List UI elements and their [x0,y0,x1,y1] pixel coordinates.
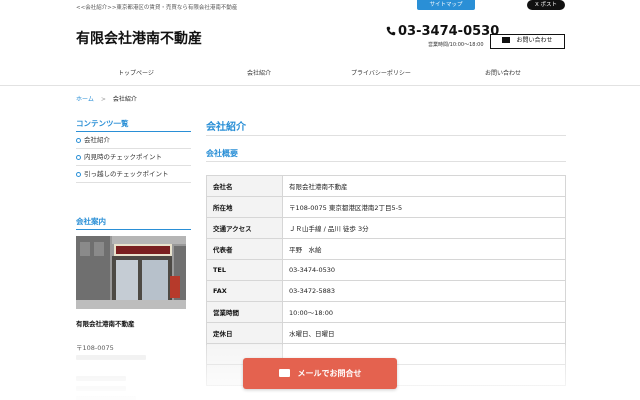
bullet-icon [76,155,81,160]
row-label: 定休日 [206,322,283,344]
site-tagline: <<会社紹介>>東京都港区の賃貸・売買なら有限会社港南不動産 [76,5,238,11]
page-title: 会社紹介 [206,118,566,136]
contents-heading: コンテンツ一覧 [76,118,191,132]
sidebar-item-label: 内見時のチェックポイント [84,153,162,161]
row-label: 営業時間 [206,301,283,323]
sidebar-item-company[interactable]: 会社紹介 [76,132,191,149]
contents-list: 会社紹介 内見時のチェックポイント 引っ越しのチェックポイント [76,132,191,183]
bullet-icon [76,172,81,177]
sidebar-item-viewing-checkpoints[interactable]: 内見時のチェックポイント [76,149,191,166]
shop-name: 有限会社港南不動産 [76,320,135,328]
contact-button-label: お問い合わせ [516,37,553,44]
nav-item-company[interactable]: 会社紹介 [219,68,299,77]
nav-item-top[interactable]: トップページ [96,68,176,77]
contact-button[interactable]: お問い合わせ [490,34,565,49]
nav-item-privacy[interactable]: プライバシーポリシー [341,68,421,77]
breadcrumb-separator: > [100,96,106,103]
table-row: 交通アクセス ＪＲ山手線 / 品川 徒歩 3分 [206,217,566,239]
row-label: FAX [206,280,283,302]
phone-icon [386,26,396,36]
row-value: 03-3474-0530 [282,259,566,281]
bullet-icon [76,138,81,143]
mail-inquiry-label: メールでお問合せ [297,369,362,378]
sidebar-item-label: 会社紹介 [84,136,110,144]
row-label: TEL [206,259,283,281]
mail-icon [502,36,511,43]
section-title: 会社概要 [206,148,566,162]
mail-inquiry-button[interactable]: メールでお問合せ [243,358,397,389]
row-value: 平野 水絵 [282,238,566,260]
breadcrumb-home[interactable]: ホーム [76,96,94,103]
row-label: 所在地 [206,196,283,218]
table-row: 営業時間 10:00〜18:00 [206,301,566,323]
x-post-button[interactable]: X ポスト [527,0,565,10]
table-row: 代表者 平野 水絵 [206,238,566,260]
breadcrumb-current: 会社紹介 [112,96,137,103]
storefront-illustration [76,236,186,309]
table-row: 会社名 有限会社港南不動産 [206,175,566,197]
table-row: TEL 03-3474-0530 [206,259,566,281]
site-logo-title[interactable]: 有限会社港南不動産 [76,28,202,48]
row-value: 03-3472-5883 [282,280,566,302]
shop-photo [76,236,186,309]
row-label: 代表者 [206,238,283,260]
row-value: 〒108-0075 東京都港区港南2丁目5-5 [282,196,566,218]
site-header: 有限会社港南不動産 03-3474-0530 営業時間/10:00〜18:00 … [0,14,640,58]
company-info-heading: 会社案内 [76,216,191,230]
global-nav: トップページ 会社紹介 プライバシーポリシー お問い合わせ [0,58,640,86]
row-value: 水曜日、日曜日 [282,322,566,344]
sidebar-item-moving-checkpoints[interactable]: 引っ越しのチェックポイント [76,166,191,183]
phone-number[interactable]: 03-3474-0530 [398,24,499,39]
table-row: FAX 03-3472-5883 [206,280,566,302]
sidebar-item-label: 引っ越しのチェックポイント [84,170,169,178]
row-label: 会社名 [206,175,283,197]
top-bar: <<会社紹介>>東京都港区の賃貸・売買なら有限会社港南不動産 サイトマップ X … [0,0,640,14]
row-value: 有限会社港南不動産 [282,175,566,197]
mail-icon [278,368,290,377]
table-row: 所在地 〒108-0075 東京都港区港南2丁目5-5 [206,196,566,218]
table-row: 定休日 水曜日、日曜日 [206,322,566,344]
sitemap-button[interactable]: サイトマップ [417,0,475,10]
business-hours: 営業時間/10:00〜18:00 [428,42,484,48]
row-value: ＪＲ山手線 / 品川 徒歩 3分 [282,217,566,239]
row-label: 交通アクセス [206,217,283,239]
breadcrumb: ホーム > 会社紹介 [76,94,137,103]
nav-item-contact[interactable]: お問い合わせ [463,68,543,77]
row-value: 10:00〜18:00 [282,301,566,323]
